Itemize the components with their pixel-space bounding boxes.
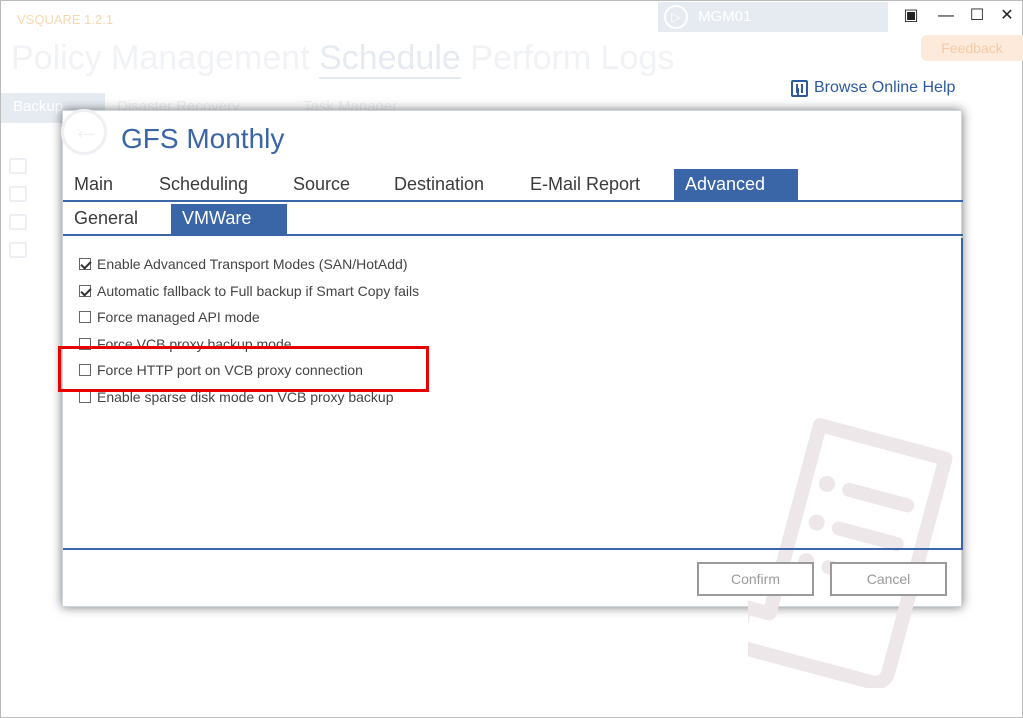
feedback-button[interactable]: Feedback xyxy=(921,35,1023,61)
confirm-button[interactable]: Confirm xyxy=(697,562,814,596)
server-name: MGM01 xyxy=(698,8,752,25)
maximize-button[interactable]: ☐ xyxy=(964,5,990,27)
tab-main[interactable]: Main xyxy=(63,169,124,200)
options-panel: Enable Advanced Transport Modes (SAN/Hot… xyxy=(58,238,963,688)
checkbox[interactable] xyxy=(79,391,91,403)
title-bar: VSQUARE 1.2.1 ▷ MGM01 ▣ — ☐ ✕ xyxy=(1,1,1022,35)
checkbox[interactable] xyxy=(79,258,91,270)
server-arrow-icon: ▷ xyxy=(664,5,688,29)
app-version: VSQUARE 1.2.1 xyxy=(17,12,114,27)
calendar-icon xyxy=(9,186,27,202)
user-icon[interactable]: ▣ xyxy=(898,5,924,27)
option-auto-fallback[interactable]: Automatic fallback to Full backup if Sma… xyxy=(79,281,419,301)
option-advanced-transport[interactable]: Enable Advanced Transport Modes (SAN/Hot… xyxy=(79,254,408,274)
subtab-general[interactable]: General xyxy=(63,204,149,234)
minimize-button[interactable]: — xyxy=(933,5,959,27)
dialog-tabs: Main Scheduling Source Destination E-Mai… xyxy=(63,169,963,202)
nav-policy[interactable]: Policy Management xyxy=(11,39,310,77)
option-label: Automatic fallback to Full backup if Sma… xyxy=(97,283,420,299)
highlight-box xyxy=(58,346,429,392)
calendar-icon xyxy=(9,214,27,230)
main-nav: Policy Management Schedule Perform Logs xyxy=(11,39,674,79)
close-button[interactable]: ✕ xyxy=(994,5,1020,27)
server-selector[interactable]: ▷ MGM01 xyxy=(658,2,888,32)
checkbox[interactable] xyxy=(79,285,91,297)
dialog-footer: Confirm Cancel xyxy=(63,548,963,608)
subtab-vmware[interactable]: VMWare xyxy=(171,204,287,234)
option-label: Force managed API mode xyxy=(97,309,260,325)
checkbox[interactable] xyxy=(79,311,91,323)
calendar-icon xyxy=(9,242,27,258)
cancel-button[interactable]: Cancel xyxy=(830,562,947,596)
nav-logs[interactable]: Perform Logs xyxy=(470,39,674,77)
tab-destination[interactable]: Destination xyxy=(383,169,495,200)
nav-schedule[interactable]: Schedule xyxy=(319,39,461,79)
gfs-monthly-dialog: GFS Monthly Main Scheduling Source Desti… xyxy=(58,109,963,688)
dialog-subtabs: General VMWare xyxy=(63,204,963,236)
calendar-icon xyxy=(9,158,27,174)
tab-scheduling[interactable]: Scheduling xyxy=(148,169,259,200)
tab-source[interactable]: Source xyxy=(282,169,361,200)
option-label: Enable Advanced Transport Modes (SAN/Hot… xyxy=(97,256,408,272)
back-arrow-icon[interactable] xyxy=(61,109,107,155)
option-force-managed-api[interactable]: Force managed API mode xyxy=(79,307,260,327)
tab-email-report[interactable]: E-Mail Report xyxy=(519,169,651,200)
dialog-title: GFS Monthly xyxy=(121,123,285,154)
tab-advanced[interactable]: Advanced xyxy=(674,169,798,200)
